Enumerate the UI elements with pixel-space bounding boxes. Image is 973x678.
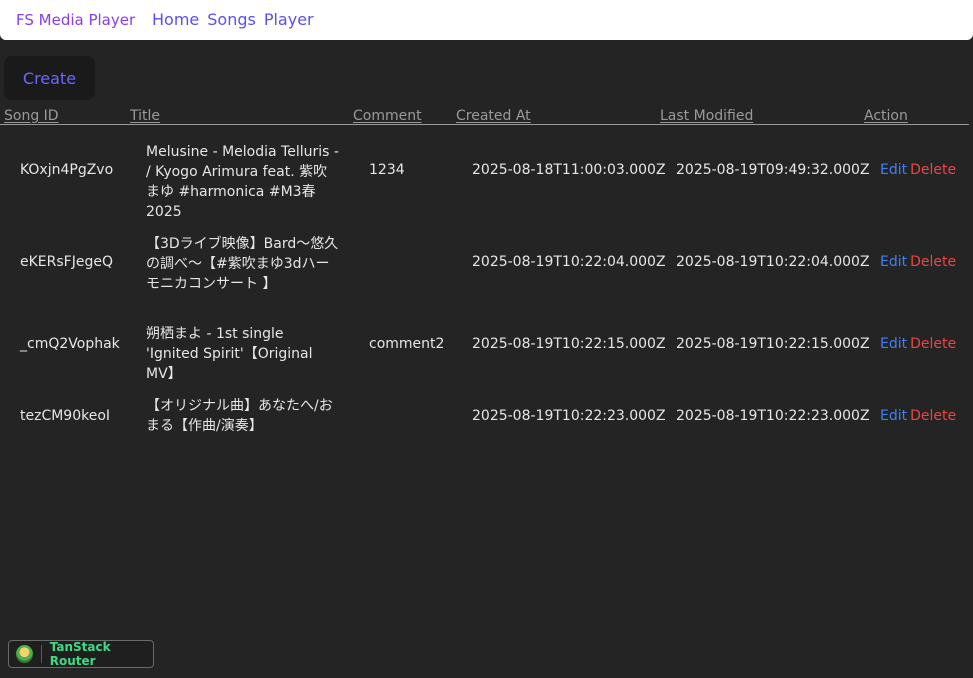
action-cell: Edit Delete: [880, 406, 956, 426]
column-header-created-at[interactable]: Created At: [456, 108, 531, 125]
song-id-cell: eKERsFJegeQ: [20, 254, 113, 270]
main-nav: Home Songs Player: [152, 10, 314, 30]
tanstack-router-devtools-button[interactable]: TanStack Router: [8, 640, 154, 668]
comment-cell: 1234: [369, 162, 405, 178]
top-navbar: FS Media Player Home Songs Player: [0, 0, 973, 40]
nav-player-link[interactable]: Player: [264, 10, 314, 30]
title-cell: Melusine - Melodia Telluris - / Kyogo Ar…: [146, 144, 339, 220]
last-modified-cell: 2025-08-19T09:49:32.000Z: [676, 162, 870, 178]
app-root: FS Media Player Home Songs Player Create…: [0, 0, 973, 678]
last-modified-cell: 2025-08-19T10:22:15.000Z: [676, 336, 870, 352]
column-header-action[interactable]: Action: [864, 108, 908, 125]
column-header-comment[interactable]: Comment: [353, 108, 422, 125]
last-modified-cell: 2025-08-19T10:22:04.000Z: [676, 254, 870, 270]
last-modified-cell: 2025-08-19T10:22:23.000Z: [676, 408, 870, 424]
title-cell: 朔栖まよ - 1st single 'Ignited Spirit'【Origi…: [146, 326, 313, 382]
created-at-cell: 2025-08-18T11:00:03.000Z: [472, 162, 666, 178]
songs-table: Song ID Title Comment Created At Last Mo…: [0, 108, 969, 434]
edit-button[interactable]: Edit: [880, 408, 907, 424]
table-row: tezCM90keoI 【オリジナル曲】あなたへ/おまる【作曲/演奏】 2025…: [0, 398, 969, 438]
nav-songs-link[interactable]: Songs: [207, 10, 256, 30]
nav-home-link[interactable]: Home: [152, 10, 199, 30]
edit-button[interactable]: Edit: [880, 336, 907, 352]
created-at-cell: 2025-08-19T10:22:04.000Z: [472, 254, 666, 270]
delete-button[interactable]: Delete: [910, 254, 956, 270]
devtools-divider: [40, 645, 42, 663]
edit-button[interactable]: Edit: [880, 254, 907, 270]
title-cell: 【オリジナル曲】あなたへ/おまる【作曲/演奏】: [146, 398, 333, 434]
devtools-label: TanStack Router: [49, 640, 111, 668]
edit-button[interactable]: Edit: [880, 162, 907, 178]
table-header: Song ID Title Comment Created At Last Mo…: [0, 108, 969, 125]
song-id-cell: tezCM90keoI: [20, 408, 111, 424]
song-id-cell: _cmQ2Vophak: [20, 336, 120, 352]
brand-link[interactable]: FS Media Player: [16, 11, 135, 29]
delete-button[interactable]: Delete: [910, 336, 956, 352]
column-header-song-id[interactable]: Song ID: [4, 108, 59, 125]
column-header-last-modified[interactable]: Last Modified: [660, 108, 753, 125]
table-row: eKERsFJegeQ 【3Dライブ映像】Bard〜悠久の調べ〜【#紫吹まゆ3d…: [0, 234, 969, 294]
created-at-cell: 2025-08-19T10:22:15.000Z: [472, 336, 666, 352]
created-at-cell: 2025-08-19T10:22:23.000Z: [472, 408, 666, 424]
song-id-cell: KOxjn4PgZvo: [20, 162, 114, 178]
create-button[interactable]: Create: [4, 56, 95, 100]
comment-cell: comment2: [369, 336, 445, 352]
table-row: _cmQ2Vophak 朔栖まよ - 1st single 'Ignited S…: [0, 326, 969, 382]
delete-button[interactable]: Delete: [910, 408, 956, 424]
title-cell: 【3Dライブ映像】Bard〜悠久の調べ〜【#紫吹まゆ3dハーモニカコンサート 】: [146, 236, 339, 292]
action-cell: Edit Delete: [880, 252, 956, 272]
delete-button[interactable]: Delete: [910, 162, 956, 178]
table-row: KOxjn4PgZvo Melusine - Melodia Telluris …: [0, 142, 969, 220]
column-header-title[interactable]: Title: [130, 108, 160, 125]
tanstack-logo-icon: [16, 645, 33, 663]
action-cell: Edit Delete: [880, 334, 956, 354]
action-cell: Edit Delete: [880, 160, 956, 180]
